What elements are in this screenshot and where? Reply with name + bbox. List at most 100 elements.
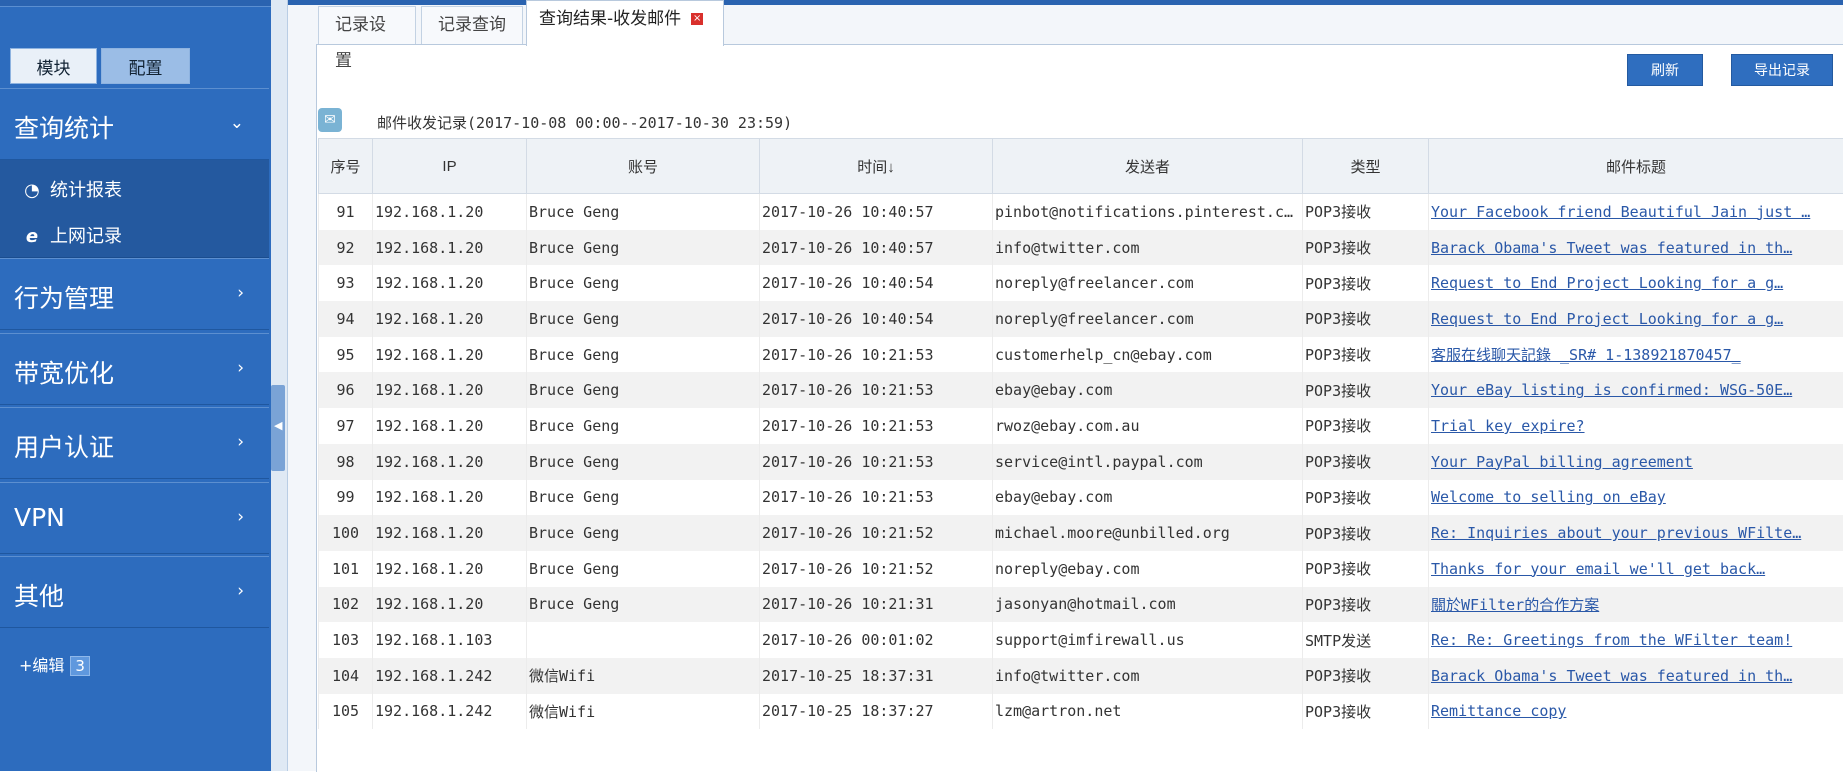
table-row[interactable]: 105192.168.1.242微信Wifi2017-10-25 18:37:2… bbox=[319, 694, 1843, 730]
cell-subject-link[interactable]: Re: Re: Greetings from the WFilter team! bbox=[1429, 622, 1843, 658]
col-header-subject[interactable]: 邮件标题 bbox=[1429, 139, 1843, 194]
cell-account: Bruce Geng bbox=[527, 444, 760, 480]
cell-sender: service@intl.paypal.com bbox=[993, 444, 1303, 480]
table-row[interactable]: 96192.168.1.20Bruce Geng2017-10-26 10:21… bbox=[319, 372, 1843, 408]
sidebar-section-behavior[interactable]: 行为管理 › bbox=[0, 258, 269, 330]
cell-no: 103 bbox=[319, 622, 373, 658]
refresh-button[interactable]: 刷新 bbox=[1627, 54, 1703, 86]
table-header-row: 序号 IP 账号 时间↓ 发送者 类型 邮件标题 bbox=[319, 139, 1843, 194]
cell-subject-link[interactable]: 客服在线聊天記錄 _SR# 1-138921870457_ bbox=[1429, 337, 1843, 373]
sidebar-splitter[interactable]: ◀ bbox=[271, 0, 288, 771]
edit-modules-link[interactable]: +编辑3 bbox=[19, 652, 90, 676]
cell-ip: 192.168.1.20 bbox=[373, 551, 527, 587]
col-header-time[interactable]: 时间↓ bbox=[760, 139, 993, 194]
table-row[interactable]: 91192.168.1.20Bruce Geng2017-10-26 10:40… bbox=[319, 194, 1843, 230]
table-row[interactable]: 99192.168.1.20Bruce Geng2017-10-26 10:21… bbox=[319, 480, 1843, 516]
config-tab[interactable]: 配置 bbox=[101, 48, 190, 84]
sidebar-section-other[interactable]: 其他 › bbox=[0, 556, 269, 628]
cell-no: 95 bbox=[319, 337, 373, 373]
cell-no: 104 bbox=[319, 658, 373, 694]
cell-no: 102 bbox=[319, 587, 373, 623]
cell-subject-link[interactable]: Your PayPal billing agreement bbox=[1429, 444, 1843, 480]
sidebar-item-stats-report[interactable]: ◔统计报表 bbox=[20, 176, 122, 202]
cell-subject-link[interactable]: Barack Obama's Tweet was featured in th… bbox=[1429, 658, 1843, 694]
cell-sender: jasonyan@hotmail.com bbox=[993, 587, 1303, 623]
cell-type: POP3接收 bbox=[1303, 230, 1429, 266]
cell-time: 2017-10-26 10:21:53 bbox=[760, 480, 993, 516]
col-header-no[interactable]: 序号 bbox=[319, 139, 373, 194]
cell-ip: 192.168.1.20 bbox=[373, 301, 527, 337]
cell-account: Bruce Geng bbox=[527, 408, 760, 444]
cell-ip: 192.168.1.20 bbox=[373, 194, 527, 230]
table-row[interactable]: 103192.168.1.1032017-10-26 00:01:02suppo… bbox=[319, 622, 1843, 658]
cell-type: POP3接收 bbox=[1303, 337, 1429, 373]
col-header-sender[interactable]: 发送者 bbox=[993, 139, 1303, 194]
export-records-button[interactable]: 导出记录 bbox=[1731, 54, 1833, 86]
table-row[interactable]: 97192.168.1.20Bruce Geng2017-10-26 10:21… bbox=[319, 408, 1843, 444]
cell-account: Bruce Geng bbox=[527, 515, 760, 551]
cell-sender: support@imfirewall.us bbox=[993, 622, 1303, 658]
mail-records-table: 序号 IP 账号 时间↓ 发送者 类型 邮件标题 91192.168.1.20B… bbox=[318, 138, 1843, 729]
cell-time: 2017-10-26 10:40:54 bbox=[760, 265, 993, 301]
chevron-right-icon: › bbox=[237, 358, 244, 378]
tab-record-settings[interactable]: 记录设置 bbox=[318, 6, 416, 44]
cell-no: 98 bbox=[319, 444, 373, 480]
table-row[interactable]: 93192.168.1.20Bruce Geng2017-10-26 10:40… bbox=[319, 265, 1843, 301]
cell-time: 2017-10-26 10:21:53 bbox=[760, 337, 993, 373]
cell-no: 91 bbox=[319, 194, 373, 230]
cell-subject-link[interactable]: Re: Inquiries about your previous WFilte… bbox=[1429, 515, 1843, 551]
cell-sender: customerhelp_cn@ebay.com bbox=[993, 337, 1303, 373]
table-row[interactable]: 94192.168.1.20Bruce Geng2017-10-26 10:40… bbox=[319, 301, 1843, 337]
chevron-right-icon: › bbox=[237, 507, 244, 527]
cell-ip: 192.168.1.20 bbox=[373, 480, 527, 516]
sidebar: 模块 配置 查询统计 ⌄ ◔统计报表 e上网记录 行为管理 › 带宽优化 › 用… bbox=[0, 0, 271, 771]
cell-account: Bruce Geng bbox=[527, 551, 760, 587]
cell-subject-link[interactable]: Remittance copy bbox=[1429, 694, 1843, 730]
cell-ip: 192.168.1.103 bbox=[373, 622, 527, 658]
collapse-sidebar-handle[interactable]: ◀ bbox=[271, 385, 285, 471]
cell-subject-link[interactable]: Thanks for your email we'll get back… bbox=[1429, 551, 1843, 587]
sidebar-section-user-auth[interactable]: 用户认证 › bbox=[0, 407, 269, 479]
cell-time: 2017-10-26 10:40:54 bbox=[760, 301, 993, 337]
cell-subject-link[interactable]: Welcome to selling on eBay bbox=[1429, 480, 1843, 516]
sidebar-section-bandwidth[interactable]: 带宽优化 › bbox=[0, 333, 269, 405]
sidebar-item-web-log[interactable]: e上网记录 bbox=[20, 222, 122, 248]
cell-no: 93 bbox=[319, 265, 373, 301]
cell-time: 2017-10-26 10:21:53 bbox=[760, 372, 993, 408]
cell-type: POP3接收 bbox=[1303, 587, 1429, 623]
cell-subject-link[interactable]: Request to End Project Looking for a g… bbox=[1429, 301, 1843, 337]
cell-subject-link[interactable]: Trial key expire? bbox=[1429, 408, 1843, 444]
table-row[interactable]: 101192.168.1.20Bruce Geng2017-10-26 10:2… bbox=[319, 551, 1843, 587]
col-header-ip[interactable]: IP bbox=[373, 139, 527, 194]
table-row[interactable]: 104192.168.1.242微信Wifi2017-10-25 18:37:3… bbox=[319, 658, 1843, 694]
cell-type: POP3接收 bbox=[1303, 480, 1429, 516]
table-row[interactable]: 100192.168.1.20Bruce Geng2017-10-26 10:2… bbox=[319, 515, 1843, 551]
cell-sender: ebay@ebay.com bbox=[993, 480, 1303, 516]
table-row[interactable]: 92192.168.1.20Bruce Geng2017-10-26 10:40… bbox=[319, 230, 1843, 266]
cell-subject-link[interactable]: Request to End Project Looking for a g… bbox=[1429, 265, 1843, 301]
table-row[interactable]: 95192.168.1.20Bruce Geng2017-10-26 10:21… bbox=[319, 337, 1843, 373]
modules-tab[interactable]: 模块 bbox=[10, 48, 97, 84]
section-label: 带宽优化 bbox=[14, 354, 114, 390]
section-label: 行为管理 bbox=[14, 279, 114, 315]
sidebar-section-vpn[interactable]: VPN › bbox=[0, 482, 269, 554]
col-header-account[interactable]: 账号 bbox=[527, 139, 760, 194]
sidebar-submenu: ◔统计报表 e上网记录 bbox=[0, 160, 269, 258]
table-row[interactable]: 102192.168.1.20Bruce Geng2017-10-26 10:2… bbox=[319, 587, 1843, 623]
tab-record-query[interactable]: 记录查询 bbox=[421, 6, 523, 44]
table-row[interactable]: 98192.168.1.20Bruce Geng2017-10-26 10:21… bbox=[319, 444, 1843, 480]
cell-subject-link[interactable]: Barack Obama's Tweet was featured in th… bbox=[1429, 230, 1843, 266]
cell-sender: info@twitter.com bbox=[993, 230, 1303, 266]
edit-label: +编辑 bbox=[19, 656, 64, 675]
cell-subject-link[interactable]: Your eBay listing is confirmed: WSG-50E… bbox=[1429, 372, 1843, 408]
cell-subject-link[interactable]: Your Facebook friend Beautiful Jain just… bbox=[1429, 194, 1843, 230]
tab-query-result-mail[interactable]: 查询结果-收发邮件× bbox=[526, 0, 724, 46]
close-tab-icon[interactable]: × bbox=[691, 13, 703, 25]
cell-no: 92 bbox=[319, 230, 373, 266]
records-title: 邮件收发记录(2017-10-08 00:00--2017-10-30 23:5… bbox=[377, 112, 792, 133]
cell-no: 99 bbox=[319, 480, 373, 516]
col-header-type[interactable]: 类型 bbox=[1303, 139, 1429, 194]
sidebar-section-query-stats[interactable]: 查询统计 ⌄ bbox=[0, 88, 269, 160]
cell-no: 100 bbox=[319, 515, 373, 551]
cell-subject-link[interactable]: 關於WFilter的合作方案 bbox=[1429, 587, 1843, 623]
